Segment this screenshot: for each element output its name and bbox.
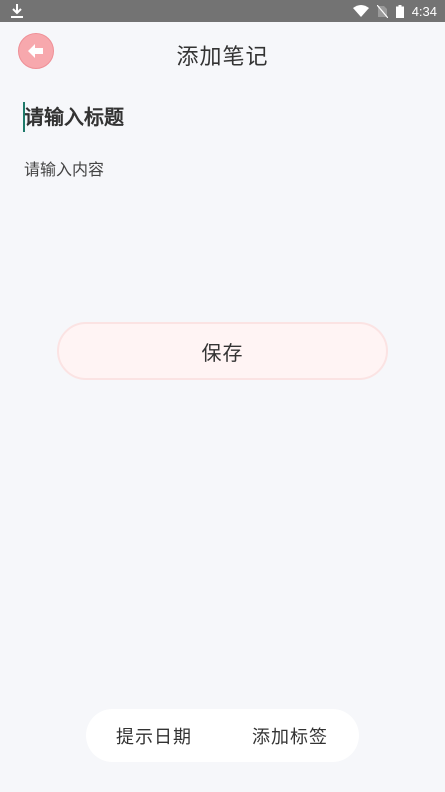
status-bar: 4:34 — [0, 0, 445, 22]
content-input[interactable] — [22, 154, 426, 308]
status-icons: 4:34 — [352, 0, 437, 22]
wifi-icon — [352, 5, 369, 17]
bottom-action-bar: 提示日期 添加标签 — [86, 709, 359, 762]
title-field — [22, 102, 424, 132]
status-time: 4:34 — [411, 3, 437, 19]
add-tag-button[interactable]: 添加标签 — [252, 723, 328, 749]
battery-icon — [395, 4, 404, 18]
download-icon — [10, 3, 24, 19]
remind-date-button[interactable]: 提示日期 — [116, 723, 192, 749]
no-sim-icon — [376, 4, 388, 18]
save-button[interactable]: 保存 — [57, 322, 388, 380]
title-input[interactable] — [22, 102, 424, 132]
header: 添加笔记 — [0, 22, 445, 82]
page-title: 添加笔记 — [176, 45, 269, 70]
text-cursor — [23, 102, 25, 132]
